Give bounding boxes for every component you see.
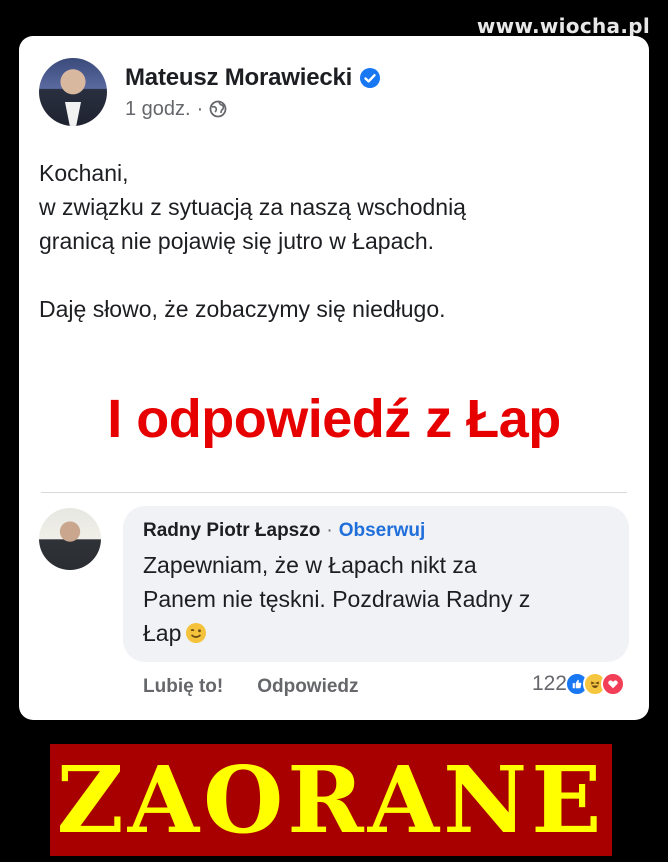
reaction-summary[interactable]: 122 — [532, 672, 625, 696]
comment-separator: · — [326, 520, 333, 541]
globe-icon — [209, 100, 227, 118]
post-body: Kochani, w związku z sytuacją za naszą w… — [39, 156, 619, 326]
reaction-count: 122 — [531, 672, 567, 695]
like-button[interactable]: Lubię to! — [143, 676, 223, 698]
comments-divider — [41, 492, 627, 493]
site-watermark: www.wiocha.pl — [476, 14, 650, 38]
author-name[interactable]: Mateusz Morawiecki — [125, 64, 352, 92]
post-time[interactable]: 1 godz. — [125, 98, 191, 121]
wink-emoji-icon — [186, 623, 207, 643]
facebook-post-card: Mateusz Morawiecki 1 godz. · Kochani, w … — [19, 36, 649, 720]
comment-bubble: Radny Piotr Łapszo · Obserwuj Zapewniam,… — [123, 506, 629, 662]
comment-text-block: Zapewniam, że w Łapach nikt za Panem nie… — [143, 548, 609, 650]
comment-actions: Lubię to! Odpowiedz — [143, 676, 393, 698]
follow-link[interactable]: Obserwuj — [339, 520, 426, 542]
post-meta: 1 godz. · — [125, 98, 380, 121]
comment-author[interactable]: Radny Piotr Łapszo — [143, 520, 320, 542]
bottom-banner: ZAORANE — [50, 744, 612, 856]
post-header: Mateusz Morawiecki 1 godz. · — [39, 58, 381, 126]
meta-separator: · — [196, 97, 204, 120]
verified-icon — [360, 67, 381, 88]
love-reaction-icon — [601, 672, 625, 696]
post-paragraph-2: Daję słowo, że zobaczymy się niedługo. — [39, 296, 446, 322]
comment-header: Radny Piotr Łapszo · Obserwuj — [143, 520, 609, 542]
author-avatar[interactable] — [39, 58, 107, 126]
post-paragraph-1: Kochani, w związku z sytuacją za naszą w… — [39, 160, 466, 254]
author-line: Mateusz Morawiecki — [125, 64, 381, 92]
overlay-headline: I odpowiedź z Łap — [107, 389, 561, 449]
banner-text: ZAORANE — [56, 746, 606, 854]
author-block: Mateusz Morawiecki 1 godz. · — [125, 64, 381, 121]
commenter-avatar[interactable] — [39, 508, 101, 570]
reply-button[interactable]: Odpowiedz — [257, 676, 358, 698]
